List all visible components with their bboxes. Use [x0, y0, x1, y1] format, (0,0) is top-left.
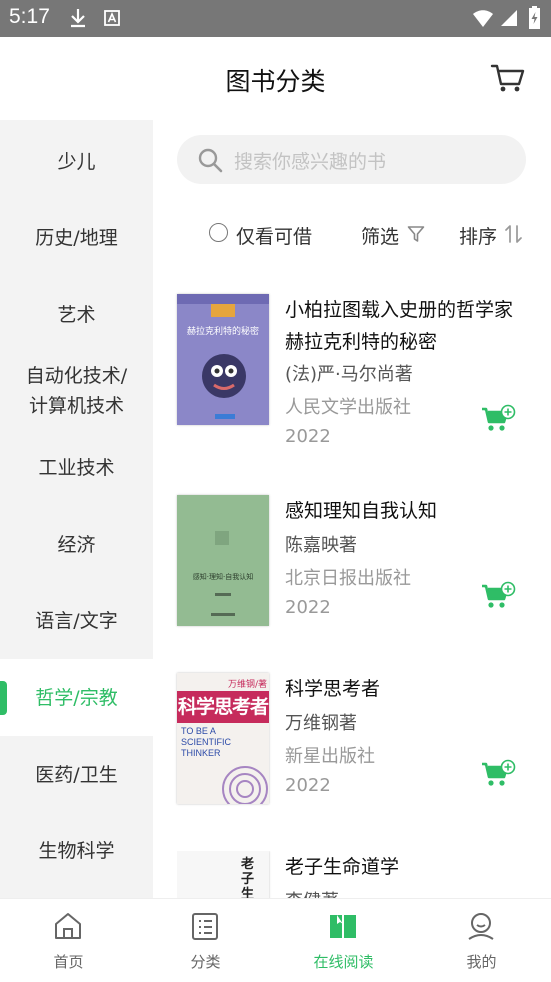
signal-icon — [501, 10, 517, 26]
tab-category[interactable]: 分类 — [137, 899, 274, 982]
book-author: (法)严·马尔尚著 — [285, 364, 413, 385]
sidebar-item-philosophy-religion[interactable]: 哲学/宗教 — [0, 659, 153, 736]
available-only-label[interactable]: 仅看可借 — [236, 222, 312, 249]
home-icon — [55, 913, 81, 939]
sidebar-item-children[interactable]: 少儿 — [0, 123, 153, 200]
cart-icon[interactable] — [490, 63, 526, 93]
download-icon — [71, 9, 85, 28]
filter-bar: 仅看可借 筛选 排序 — [153, 212, 551, 258]
book-title: 感知理知自我认知 — [285, 500, 438, 522]
sidebar-item-language-writing[interactable]: 语言/文字 — [0, 582, 153, 659]
book-list-item[interactable]: 赫拉克利特的秘密 小柏拉图载入史册的哲学家赫拉克利特的秘密 (法)严·马尔尚著 … — [177, 294, 551, 447]
profile-icon — [468, 913, 494, 940]
sidebar-item-history-geography[interactable]: 历史/地理 — [0, 199, 153, 276]
book-year: 2022 — [285, 775, 331, 796]
tab-label: 在线阅读 — [313, 953, 374, 971]
add-to-cart-icon[interactable] — [480, 581, 516, 611]
sidebar-item-art[interactable]: 艺术 — [0, 276, 153, 353]
book-author: 万维钢著 — [285, 713, 357, 734]
book-open-icon — [330, 915, 356, 938]
tab-label: 我的 — [466, 953, 497, 971]
book-author: 陈嘉映著 — [285, 535, 357, 556]
filter-button[interactable]: 筛选 — [361, 222, 399, 249]
search-icon — [198, 148, 223, 173]
sidebar-item-industrial-technology[interactable]: 工业技术 — [0, 429, 153, 506]
book-list-item[interactable]: 感知·理知·自我认知 感知理知自我认知 陈嘉映著 北京日报出版社 2022 — [177, 495, 551, 635]
book-title: 科学思考者 — [285, 678, 381, 700]
keyboard-a-icon — [104, 10, 120, 26]
tab-home[interactable]: 首页 — [0, 899, 137, 982]
book-list-item[interactable]: 老子生 老子生命道学 李健著 — [177, 851, 551, 898]
category-sidebar: 少儿 历史/地理 艺术 自动化技术/ 计算机技术 工业技术 经济 语言/文字 哲… — [0, 120, 153, 898]
book-cover: 万维钢/著 科学思考者 TO BE A SCIENTIFIC THINKER — [177, 673, 269, 804]
add-to-cart-icon[interactable] — [480, 759, 516, 789]
battery-charging-icon — [529, 6, 540, 29]
book-year: 2022 — [285, 597, 331, 618]
book-cover: 赫拉克利特的秘密 — [177, 294, 269, 425]
bottom-tab-bar: 首页 分类 在线阅读 我的 — [0, 898, 551, 982]
status-time: 5:17 — [9, 5, 50, 28]
sidebar-item-economics[interactable]: 经济 — [0, 506, 153, 583]
tab-label: 首页 — [53, 953, 84, 971]
category-icon — [192, 913, 218, 940]
book-publisher: 人民文学出版社 — [285, 397, 411, 418]
book-cover: 感知·理知·自我认知 — [177, 495, 269, 626]
book-cover: 老子生 — [177, 851, 269, 898]
book-title: 小柏拉图载入史册的哲学家赫拉克利特的秘密 — [285, 299, 514, 353]
search-placeholder: 搜索你感兴趣的书 — [234, 151, 387, 173]
wifi-icon — [473, 10, 493, 27]
sidebar-item-medicine-health[interactable]: 医药/卫生 — [0, 736, 153, 813]
book-title: 老子生命道学 — [285, 856, 400, 878]
book-publisher: 北京日报出版社 — [285, 568, 411, 589]
sort-button[interactable]: 排序 — [459, 222, 497, 249]
header: 图书分类 — [0, 37, 551, 120]
status-bar: 5:17 — [0, 0, 551, 37]
tab-profile[interactable]: 我的 — [413, 899, 550, 982]
tab-label: 分类 — [190, 953, 221, 971]
available-only-radio[interactable] — [209, 223, 228, 242]
search-input[interactable]: 搜索你感兴趣的书 — [177, 135, 526, 184]
book-author: 李健著 — [285, 887, 339, 898]
sort-icon[interactable] — [505, 224, 523, 244]
sidebar-item-automation-computing[interactable]: 自动化技术/ 计算机技术 — [0, 352, 153, 429]
add-to-cart-icon[interactable] — [480, 404, 516, 434]
filter-icon[interactable] — [407, 225, 425, 243]
sidebar-item-biology[interactable]: 生物科学 — [0, 812, 153, 889]
active-indicator — [0, 681, 7, 715]
book-publisher: 新星出版社 — [285, 746, 375, 767]
tab-online-reading[interactable]: 在线阅读 — [275, 899, 412, 982]
book-year: 2022 — [285, 426, 331, 447]
page-title: 图书分类 — [225, 67, 326, 96]
book-list-item[interactable]: 万维钢/著 科学思考者 TO BE A SCIENTIFIC THINKER 科… — [177, 673, 551, 813]
